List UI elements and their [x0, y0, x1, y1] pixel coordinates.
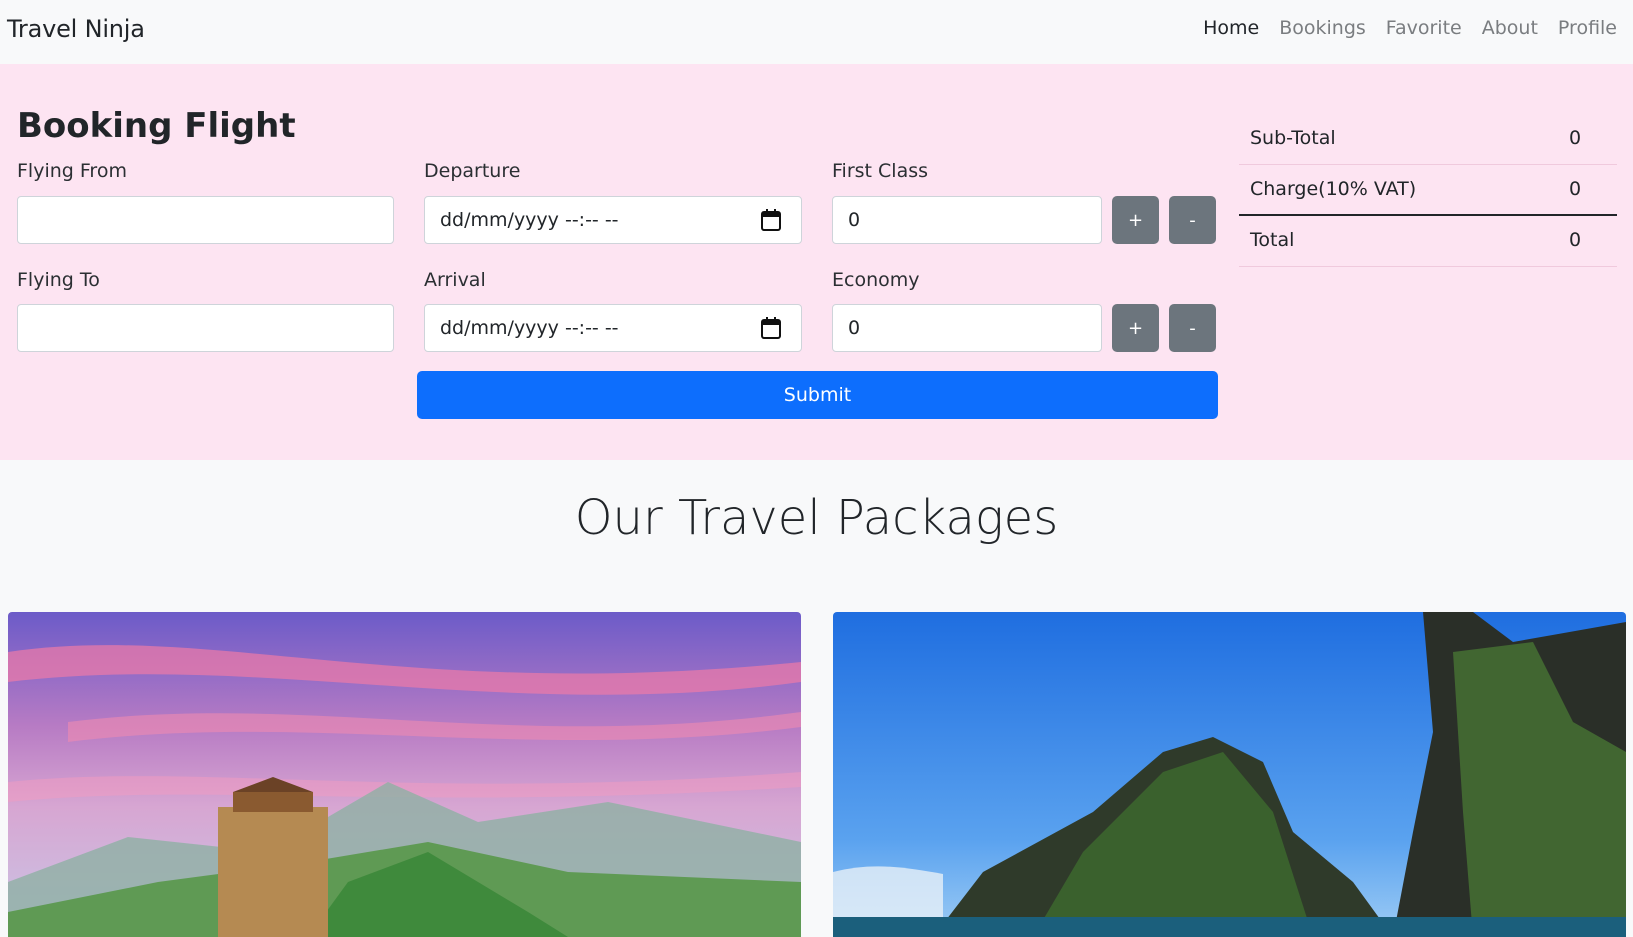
first-class-input[interactable]: 0 [832, 196, 1102, 244]
first-class-plus-button[interactable]: + [1112, 196, 1159, 244]
charge-row: Charge(10% VAT) 0 [1239, 165, 1617, 216]
flying-to-label: Flying To [17, 269, 100, 291]
nav-home[interactable]: Home [1203, 17, 1259, 39]
first-class-minus-button[interactable]: - [1169, 196, 1216, 244]
total-label: Total [1250, 229, 1295, 251]
subtotal-label: Sub-Total [1250, 127, 1336, 149]
economy-plus-button[interactable]: + [1112, 304, 1159, 352]
departure-label: Departure [424, 160, 521, 182]
flying-from-input[interactable] [17, 196, 394, 244]
first-class-label: First Class [832, 160, 929, 182]
charge-value: 0 [1569, 178, 1582, 200]
nav-links: Home Bookings Favorite About Profile [1203, 17, 1617, 39]
economy-minus-button[interactable]: - [1169, 304, 1216, 352]
island-image [833, 612, 1626, 937]
calendar-icon[interactable] [761, 317, 781, 339]
flying-from-label: Flying From [17, 160, 127, 182]
navbar: Travel Ninja Home Bookings Favorite Abou… [0, 0, 1633, 64]
nav-bookings[interactable]: Bookings [1279, 17, 1366, 39]
arrival-placeholder: dd/mm/yyyy --:-- -- [440, 317, 619, 339]
charge-label: Charge(10% VAT) [1250, 178, 1417, 200]
nav-about[interactable]: About [1482, 17, 1538, 39]
departure-placeholder: dd/mm/yyyy --:-- -- [440, 209, 619, 231]
total-row: Total 0 [1239, 216, 1617, 267]
arrival-label: Arrival [424, 269, 486, 291]
packages-title: Our Travel Packages [574, 490, 1059, 546]
nav-profile[interactable]: Profile [1558, 17, 1617, 39]
great-wall-image [8, 612, 801, 937]
price-summary: Sub-Total 0 Charge(10% VAT) 0 Total 0 [1239, 114, 1617, 267]
brand-logo[interactable]: Travel Ninja [7, 15, 145, 43]
flying-to-input[interactable] [17, 304, 394, 352]
departure-input[interactable]: dd/mm/yyyy --:-- -- [424, 196, 802, 244]
submit-button[interactable]: Submit [417, 371, 1218, 419]
total-value: 0 [1569, 229, 1582, 251]
package-card-great-wall[interactable] [8, 612, 801, 937]
booking-title: Booking Flight [17, 106, 296, 146]
arrival-input[interactable]: dd/mm/yyyy --:-- -- [424, 304, 802, 352]
economy-input[interactable]: 0 [832, 304, 1102, 352]
package-card-island[interactable] [833, 612, 1626, 937]
calendar-icon[interactable] [761, 209, 781, 231]
subtotal-row: Sub-Total 0 [1239, 114, 1617, 165]
economy-label: Economy [832, 269, 920, 291]
nav-favorite[interactable]: Favorite [1386, 17, 1462, 39]
subtotal-value: 0 [1569, 127, 1582, 149]
